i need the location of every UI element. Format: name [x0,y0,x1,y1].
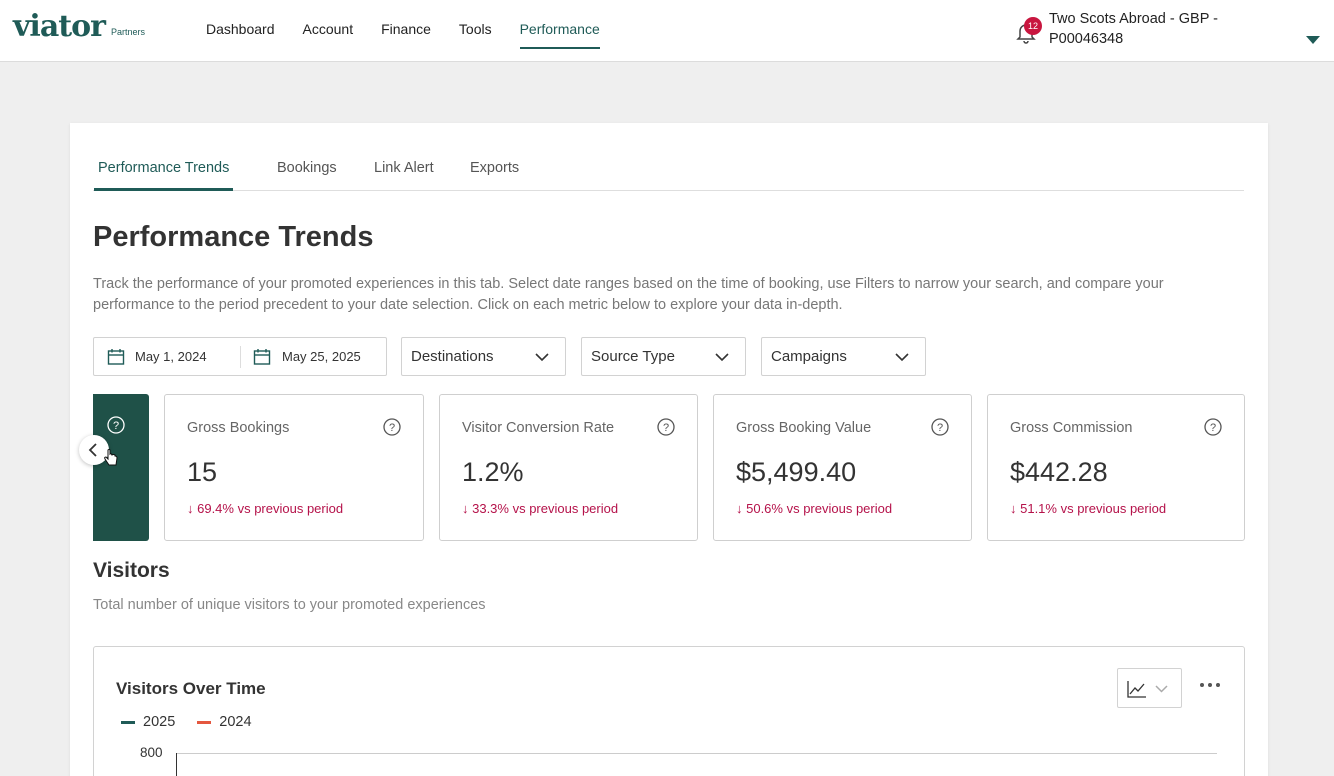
y-axis-tick-label: 800 [140,745,163,760]
metric-card-selected-partial[interactable]: ? [93,394,149,541]
end-date-field[interactable]: May 25, 2025 [282,349,361,364]
calendar-icon [253,349,271,365]
date-separator [240,346,241,368]
chart-y-axis [176,753,177,776]
legend-swatch [121,720,135,724]
start-date-field[interactable]: May 1, 2024 [135,349,207,364]
tab-bookings[interactable]: Bookings [277,160,337,176]
notification-count-badge: 12 [1024,17,1042,35]
destinations-dropdown[interactable]: Destinations [401,337,566,376]
chevron-down-icon [1155,685,1168,693]
help-icon[interactable]: ? [107,416,125,434]
metric-value: $442.28 [1010,457,1108,487]
viator-logo[interactable]: viator Partners [13,12,145,42]
metric-value: 15 [187,457,218,487]
main-nav: Dashboard Account Finance Tools Performa… [206,0,628,62]
nav-item-performance[interactable]: Performance [519,0,600,62]
svg-text:?: ? [113,420,119,432]
svg-text:?: ? [663,422,669,434]
dropdown-label: Campaigns [771,348,847,365]
page-title: Performance Trends [93,221,374,253]
help-icon[interactable]: ? [657,418,675,436]
dropdown-label: Source Type [591,348,675,365]
chart-legend: 2025 2024 [121,714,274,730]
legend-label: 2024 [219,714,252,730]
metric-title: Gross Bookings [187,420,290,436]
page-description: Track the performance of your promoted e… [93,276,1164,313]
metric-title: Gross Commission [1010,420,1133,436]
svg-text:?: ? [937,422,943,434]
tab-bar: Performance Trends Bookings Link Alert E… [93,123,1244,191]
metric-title: Gross Booking Value [736,420,872,436]
metric-value: 1.2% [462,457,524,487]
metric-change: ↓ 50.6% vs previous period [736,501,893,516]
top-navigation-bar: viator Partners Dashboard Account Financ… [0,0,1334,62]
metric-change: ↓ 51.1% vs previous period [1010,501,1167,516]
svg-text:?: ? [389,422,395,434]
logo-subtitle: Partners [110,27,145,37]
metric-change: ↓ 33.3% vs previous period [462,501,619,516]
svg-text:?: ? [1210,422,1216,434]
nav-item-finance[interactable]: Finance [381,0,431,62]
dropdown-label: Destinations [411,348,494,365]
campaigns-dropdown[interactable]: Campaigns [761,337,926,376]
tab-link-alert[interactable]: Link Alert [374,160,434,176]
chevron-down-icon [895,353,909,362]
visitors-section-title: Visitors [93,559,170,582]
chart-gridline [176,753,1217,754]
account-caret-icon[interactable] [1306,36,1320,44]
chevron-left-icon [88,443,97,457]
chevron-down-icon [535,353,549,362]
metric-card-visitor-conversion-rate[interactable]: Visitor Conversion Rate ? 1.2% ↓ 33.3% v… [439,394,698,541]
metric-change: ↓ 69.4% vs previous period [187,501,344,516]
metric-value: $5,499.40 [736,457,857,487]
metric-card-gross-booking-value[interactable]: Gross Booking Value ? $5,499.40 ↓ 50.6% … [713,394,972,541]
main-card: Performance Trends Bookings Link Alert E… [70,123,1268,776]
calendar-icon [107,349,125,365]
chevron-down-icon [715,353,729,362]
line-chart-icon [1127,681,1146,698]
account-selector-label[interactable]: Two Scots Abroad - GBP - P00046348 [1049,9,1269,49]
help-icon[interactable]: ? [931,418,949,436]
nav-item-account[interactable]: Account [303,0,354,62]
legend-swatch [197,720,212,724]
chart-title: Visitors Over Time [116,679,266,698]
tab-performance-trends[interactable]: Performance Trends [93,160,234,191]
legend-item-2024[interactable]: 2024 [197,714,252,730]
help-icon[interactable]: ? [383,418,401,436]
tab-exports[interactable]: Exports [470,160,519,176]
help-icon[interactable]: ? [1204,418,1222,436]
nav-item-tools[interactable]: Tools [459,0,492,62]
legend-item-2025[interactable]: 2025 [121,714,175,730]
metric-card-gross-commission[interactable]: Gross Commission ? $442.28 ↓ 51.1% vs pr… [987,394,1245,541]
source-type-dropdown[interactable]: Source Type [581,337,746,376]
hand-cursor-icon [104,449,118,466]
chart-type-selector[interactable] [1117,668,1182,708]
nav-item-dashboard[interactable]: Dashboard [206,0,275,62]
metric-title: Visitor Conversion Rate [462,420,615,436]
visitors-section-description: Total number of unique visitors to your … [93,597,486,613]
visitors-chart-panel: Visitors Over Time 2025 2024 800 [93,646,1245,776]
legend-label: 2025 [143,714,176,730]
more-options-icon[interactable] [1200,679,1222,691]
metric-card-gross-bookings[interactable]: Gross Bookings ? 15 ↓ 69.4% vs previous … [164,394,424,541]
logo-wordmark: viator [13,9,106,44]
date-range-picker[interactable]: May 1, 2024 May 25, 2025 [93,337,387,376]
